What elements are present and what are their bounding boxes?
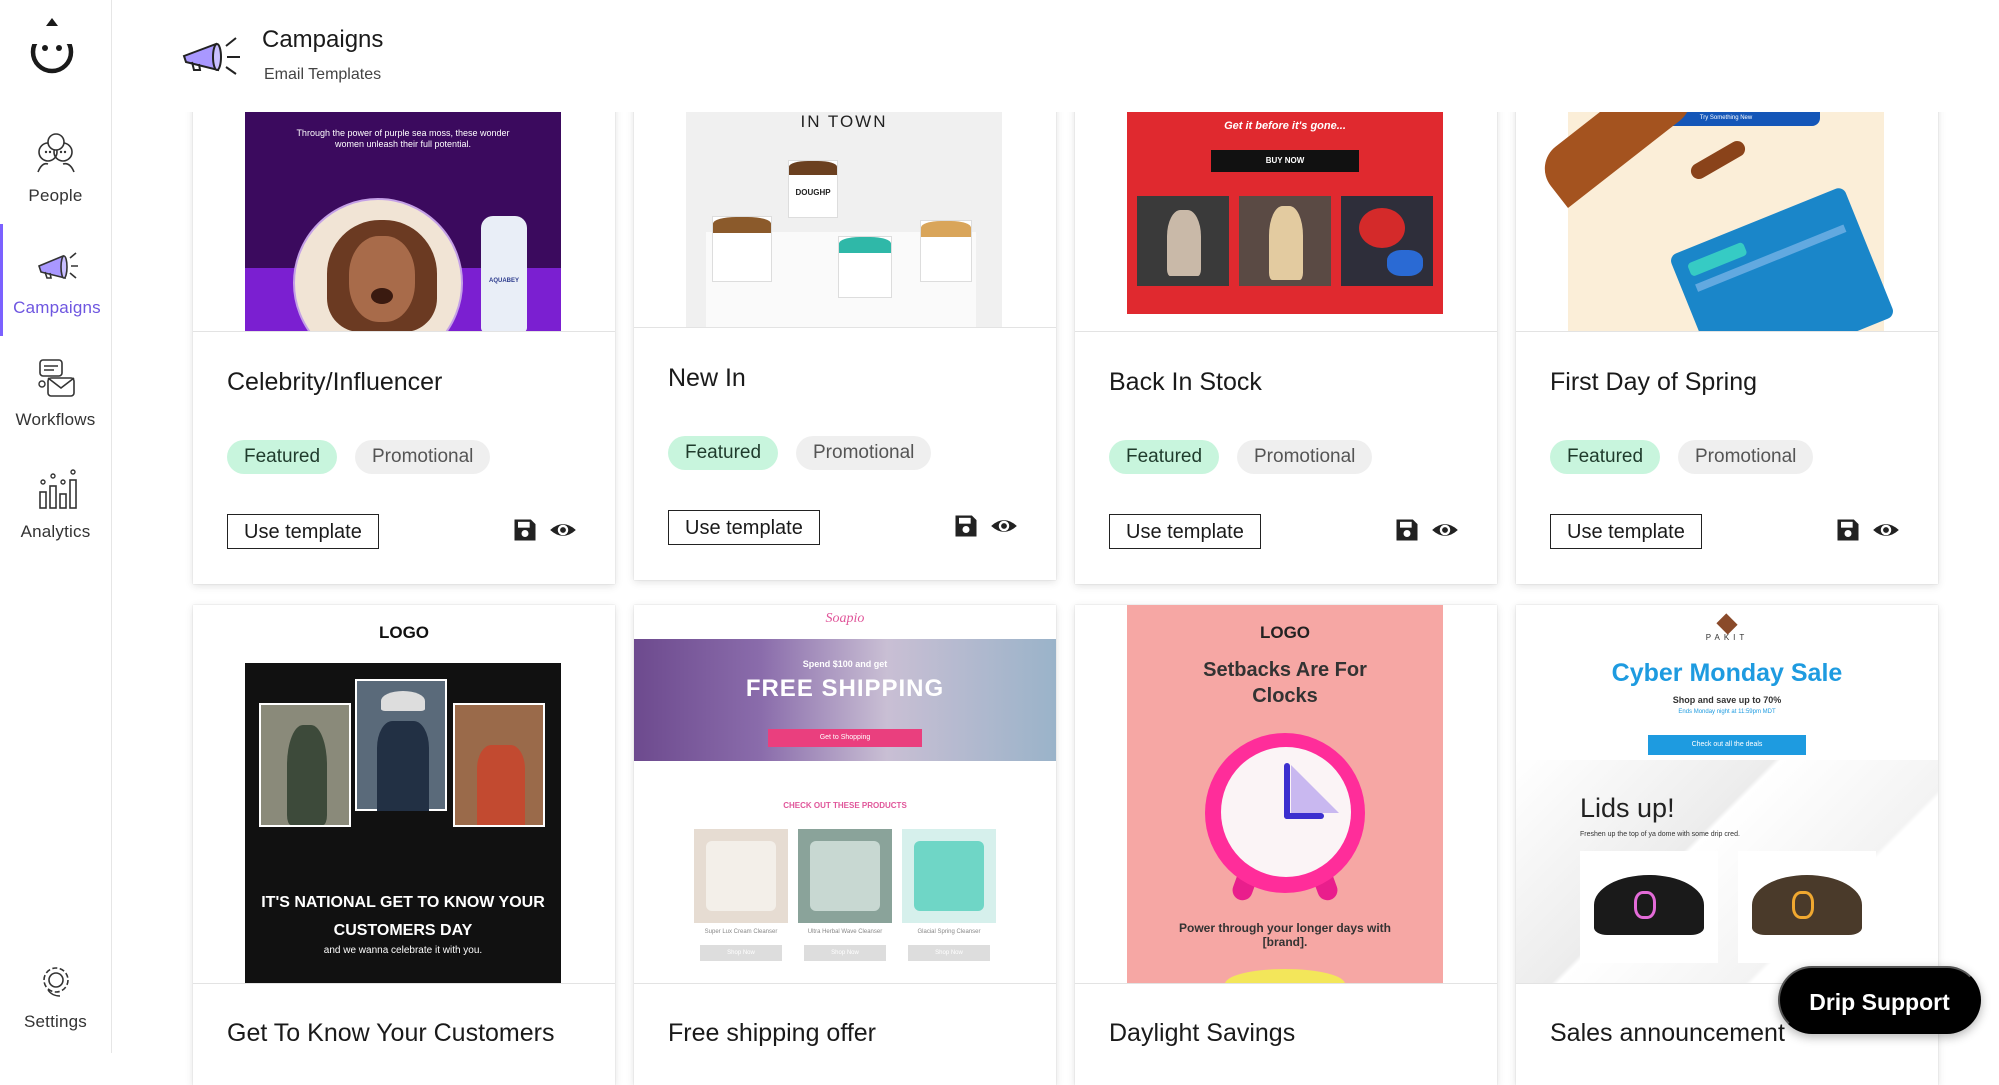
eye-icon[interactable] xyxy=(1431,516,1459,544)
thumb-sub: Shop and save up to 70% xyxy=(1672,695,1782,705)
page-subtitle: Email Templates xyxy=(264,66,382,83)
thumb-logo: LOGO xyxy=(378,623,430,642)
thumb-sub2: Freshen up the top of ya dome with some … xyxy=(1580,831,1740,838)
product-name: Glacial Spring Cleanser xyxy=(917,929,981,935)
template-title: Sales announcement xyxy=(1550,1019,1785,1047)
promotional-tag: Promotional xyxy=(1678,440,1814,474)
template-title: New In xyxy=(668,364,746,392)
featured-tag: Featured xyxy=(1109,440,1220,474)
promotional-tag: Promotional xyxy=(1237,440,1373,474)
product-name: Super Lux Cream Cleanser xyxy=(704,929,778,935)
template-card[interactable]: IN TOWN DOUGHP New In Featured Promotion… xyxy=(634,96,1056,580)
save-icon[interactable] xyxy=(1834,516,1862,544)
thumb-head2: Lids up! xyxy=(1580,793,1675,823)
save-icon[interactable] xyxy=(1393,516,1421,544)
page-title: Campaigns xyxy=(262,26,384,53)
thumb-fine: Ends Monday night at 11:59pm MDT xyxy=(1678,709,1776,715)
use-template-button[interactable]: Use template xyxy=(1550,514,1702,549)
template-thumbnail[interactable]: Try Something New xyxy=(1516,96,1938,332)
template-card[interactable]: LOGO Setbacks Are For Clocks Power throu… xyxy=(1075,605,1497,1085)
drip-support-button[interactable]: Drip Support xyxy=(1778,966,1981,1034)
template-title: Back In Stock xyxy=(1109,368,1262,396)
template-thumbnail[interactable]: Soapio Spend $100 and get FREE SHIPPING … xyxy=(634,605,1056,984)
template-title: Free shipping offer xyxy=(668,1019,876,1047)
thumb-section: CHECK OUT THESE PRODUCTS xyxy=(783,801,907,810)
template-thumbnail[interactable]: LOGO Setbacks Are For Clocks Power throu… xyxy=(1075,605,1497,984)
thumb-logo: PAKIT xyxy=(1705,633,1749,642)
template-title: Daylight Savings xyxy=(1109,1019,1296,1047)
bottle-label: AQUABEY xyxy=(488,278,519,284)
template-card[interactable]: Through the power of purple sea moss, th… xyxy=(193,96,615,584)
featured-tag: Featured xyxy=(1550,440,1661,474)
page-header: Campaigns Email Templates xyxy=(112,0,1999,112)
megaphone-icon xyxy=(182,37,240,75)
featured-tag: Featured xyxy=(668,436,779,470)
template-title: Get To Know Your Customers xyxy=(227,1019,555,1047)
thumb-text: Cyber Monday Sale xyxy=(1611,659,1843,687)
template-thumbnail[interactable]: LOGO IT'S NATIONAL GET TO KNOW YOUR CUST… xyxy=(193,605,615,984)
thumb-text: IN TOWN xyxy=(800,112,888,131)
use-template-button[interactable]: Use template xyxy=(227,514,379,549)
thumb-sub: Power through your longer days with [bra… xyxy=(1178,921,1391,949)
template-title: First Day of Spring xyxy=(1550,368,1758,396)
use-template-button[interactable]: Use template xyxy=(668,510,820,545)
save-icon[interactable] xyxy=(511,516,539,544)
product-button: Shop Now xyxy=(804,945,886,961)
thumb-text: Setbacks Are For Clocks xyxy=(1203,659,1367,707)
eye-icon[interactable] xyxy=(1872,516,1900,544)
featured-tag: Featured xyxy=(227,440,338,474)
use-template-button[interactable]: Use template xyxy=(1109,514,1261,549)
product-button: Shop Now xyxy=(700,945,782,961)
thumb-button: Check out all the deals xyxy=(1648,735,1806,755)
eye-icon[interactable] xyxy=(990,512,1018,540)
template-card[interactable]: Try Something New First Day of Spring Fe… xyxy=(1516,96,1938,584)
thumb-button: Get to Shopping xyxy=(768,729,922,747)
thumb-text: IT'S NATIONAL GET TO KNOW YOUR CUSTOMERS… xyxy=(261,894,545,939)
save-icon[interactable] xyxy=(952,512,980,540)
thumb-text: FREE SHIPPING xyxy=(745,675,945,702)
thumb-text: Get it before it's gone... xyxy=(1224,120,1346,132)
product-name: Ultra Herbal Wave Cleanser xyxy=(807,929,883,935)
promotional-tag: Promotional xyxy=(796,436,932,470)
template-grid: Through the power of purple sea moss, th… xyxy=(0,0,1999,1085)
template-card[interactable]: Get it before it's gone... BUY NOW Back … xyxy=(1075,96,1497,584)
thumb-button: BUY NOW xyxy=(1211,150,1359,172)
thumb-logo: Soapio xyxy=(825,611,865,626)
template-thumbnail[interactable]: IN TOWN DOUGHP xyxy=(634,96,1056,328)
eye-icon[interactable] xyxy=(549,516,577,544)
template-card[interactable]: LOGO IT'S NATIONAL GET TO KNOW YOUR CUST… xyxy=(193,605,615,1085)
thumb-text: Through the power of purple sea moss, th… xyxy=(296,128,510,149)
template-card[interactable]: Soapio Spend $100 and get FREE SHIPPING … xyxy=(634,605,1056,1085)
template-thumbnail[interactable]: PAKIT Cyber Monday Sale Shop and save up… xyxy=(1516,605,1938,984)
promotional-tag: Promotional xyxy=(355,440,491,474)
brand-label: DOUGHP xyxy=(795,188,831,197)
template-thumbnail[interactable]: Through the power of purple sea moss, th… xyxy=(193,96,615,332)
thumb-logo: LOGO xyxy=(1259,623,1311,642)
thumb-sub: and we wanna celebrate it with you. xyxy=(323,945,483,956)
product-button: Shop Now xyxy=(908,945,990,961)
template-thumbnail[interactable]: Get it before it's gone... BUY NOW xyxy=(1075,96,1497,332)
template-title: Celebrity/Influencer xyxy=(227,368,443,396)
thumb-pre: Spend $100 and get xyxy=(802,659,888,669)
